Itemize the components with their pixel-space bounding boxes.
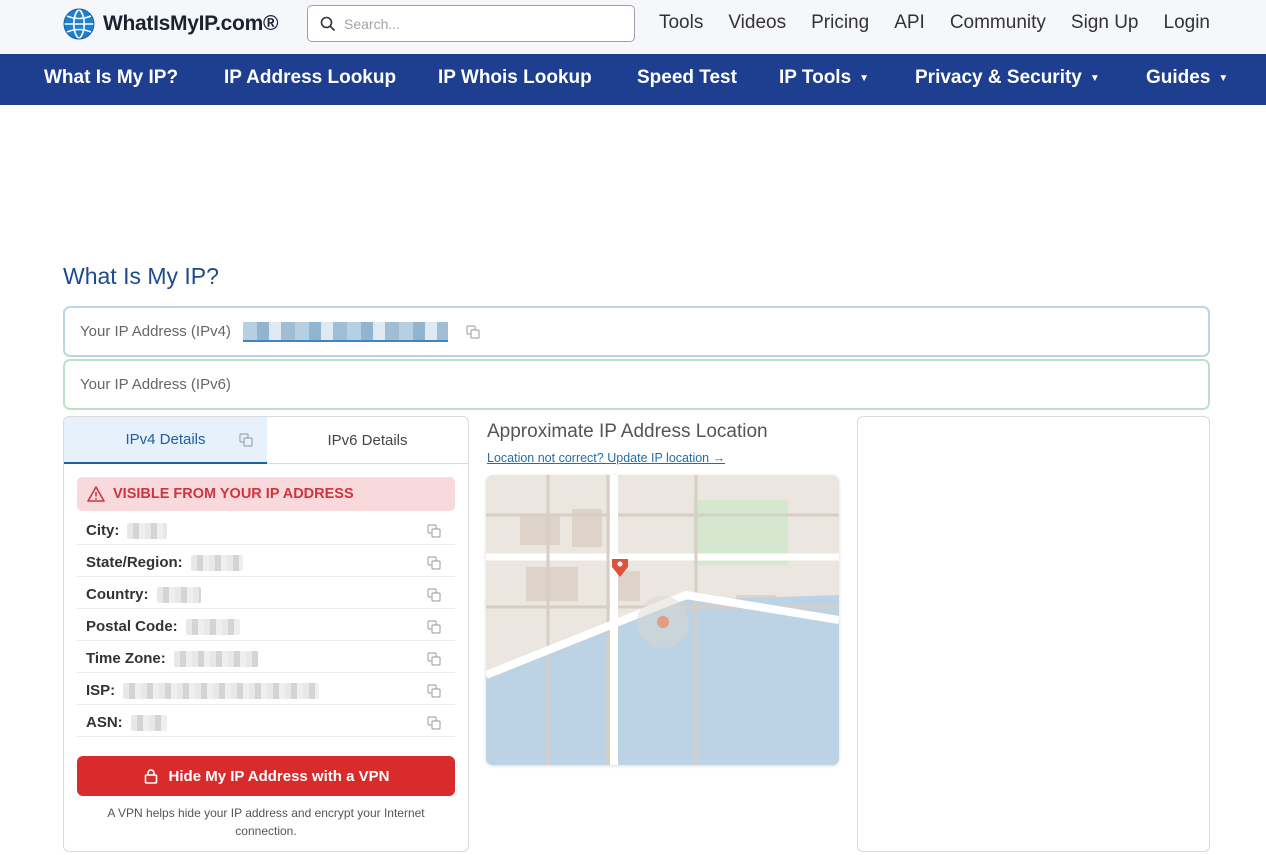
copy-icon[interactable] (427, 524, 441, 538)
top-link-pricing[interactable]: Pricing (811, 12, 869, 34)
vpn-note: A VPN helps hide your IP address and enc… (107, 806, 425, 838)
nav-ip-tools[interactable]: IP Tools ▼ (779, 67, 869, 89)
ipv6-label: Your IP Address (IPv6) (80, 376, 231, 393)
copy-icon[interactable] (427, 556, 441, 570)
top-link-videos[interactable]: Videos (728, 12, 786, 34)
detail-row-city: City: (77, 517, 455, 545)
update-location-link[interactable]: Location not correct? Update IP location… (487, 451, 725, 465)
main-nav: What Is My IP? IP Address Lookup IP Whoi… (0, 54, 1266, 105)
top-links: Tools Videos Pricing API Community Sign … (634, 12, 1210, 34)
top-link-community[interactable]: Community (950, 12, 1046, 34)
detail-row-time-zone: Time Zone: (77, 645, 455, 673)
site-logo[interactable]: WhatIsMyIP.com® (63, 8, 278, 40)
copy-icon[interactable] (427, 684, 441, 698)
caret-down-icon: ▼ (1089, 72, 1100, 84)
copy-icon[interactable] (427, 620, 441, 634)
nav-what-is-my-ip[interactable]: What Is My IP? (44, 67, 178, 89)
detail-row-country: Country: (77, 581, 455, 609)
search-box[interactable] (307, 5, 635, 42)
location-title: Approximate IP Address Location (487, 421, 768, 442)
nav-speed-test[interactable]: Speed Test (637, 67, 737, 89)
brand-name: WhatIsMyIP.com® (103, 12, 279, 35)
top-link-login[interactable]: Login (1164, 12, 1211, 34)
ip-details-card: IPv4 Details IPv6 Details VISIBLE FROM Y… (63, 416, 469, 852)
top-link-api[interactable]: API (894, 12, 925, 34)
side-panel-card (857, 416, 1210, 852)
ipv4-row: Your IP Address (IPv4) (63, 306, 1210, 357)
nav-guides[interactable]: Guides ▼ (1146, 67, 1228, 89)
redacted-value (130, 714, 167, 731)
page-title: What Is My IP? (63, 263, 219, 289)
ipv4-label: Your IP Address (IPv4) (80, 323, 231, 340)
copy-icon[interactable] (427, 652, 441, 666)
redacted-value (127, 522, 168, 539)
ipv4-address-redacted[interactable] (242, 321, 448, 342)
detail-row-state-region: State/Region: (77, 549, 455, 577)
top-link-tools[interactable]: Tools (659, 12, 703, 34)
search-icon (320, 16, 336, 31)
copy-icon[interactable] (427, 588, 441, 602)
redacted-value (123, 682, 320, 699)
nav-ip-whois-lookup[interactable]: IP Whois Lookup (438, 67, 592, 89)
copy-icon[interactable] (466, 324, 480, 339)
top-link-sign-up[interactable]: Sign Up (1071, 12, 1139, 34)
detail-row-asn: ASN: (77, 709, 455, 737)
search-input[interactable] (344, 15, 624, 32)
details-tabs: IPv4 Details IPv6 Details (64, 417, 468, 464)
location-map[interactable] (486, 475, 839, 765)
warning-icon (87, 486, 105, 502)
top-bar: WhatIsMyIP.com® Tools Videos Pricing API… (0, 0, 1266, 54)
redacted-value (185, 618, 240, 635)
nav-ip-address-lookup[interactable]: IP Address Lookup (224, 67, 396, 89)
lock-icon (144, 769, 157, 784)
copy-icon[interactable] (239, 433, 253, 447)
copy-icon[interactable] (427, 716, 441, 730)
detail-row-isp: ISP: (77, 677, 455, 705)
hide-ip-vpn-button[interactable]: Hide My IP Address with a VPN (77, 756, 455, 796)
redacted-value (173, 650, 258, 667)
detail-row-postal-code: Postal Code: (77, 613, 455, 641)
redacted-value (190, 554, 243, 571)
visible-warning-banner: VISIBLE FROM YOUR IP ADDRESS (77, 477, 455, 511)
redacted-value (156, 586, 201, 603)
tab-ipv4-details[interactable]: IPv4 Details (64, 417, 267, 464)
nav-privacy-security[interactable]: Privacy & Security ▼ (915, 67, 1100, 89)
map-graphic (486, 475, 839, 765)
tab-ipv6-details[interactable]: IPv6 Details (267, 417, 468, 464)
caret-down-icon: ▼ (1218, 72, 1229, 84)
caret-down-icon: ▼ (859, 72, 870, 84)
ipv6-row: Your IP Address (IPv6) (63, 359, 1210, 410)
globe-logo-icon (63, 8, 95, 40)
